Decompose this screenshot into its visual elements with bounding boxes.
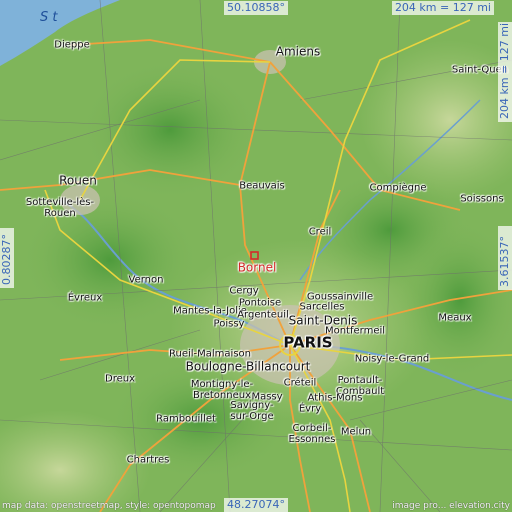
place-melun: Melun	[340, 426, 372, 438]
horizontal-scale: 204 km = 127 mi	[391, 1, 494, 15]
hill-area	[80, 60, 260, 200]
place-chartres: Chartres	[126, 454, 170, 466]
place-cergy: Cergy	[229, 285, 259, 297]
place-soissons: Soissons	[460, 193, 504, 205]
topographic-map[interactable]: S t Dieppe Amiens Saint-Quen Rouen Sotte…	[0, 0, 512, 512]
place-creteil: Créteil	[283, 377, 317, 389]
image-credit: image pro... elevation.city	[392, 501, 510, 511]
bottom-coordinate: 48.27074°	[224, 498, 288, 512]
place-paris: PARIS	[283, 333, 333, 352]
place-creil: Creil	[308, 226, 332, 238]
place-savigny: Savigny-sur-Orge	[230, 400, 274, 422]
left-coordinate: 0.80287°	[0, 228, 14, 288]
map-credit: map data: openstreetmap, style: opentopo…	[2, 501, 216, 511]
place-meaux: Meaux	[438, 312, 472, 324]
sea-label: S t	[40, 10, 58, 25]
place-corbeil: Corbeil-Essonnes	[288, 423, 336, 445]
place-mantes: Mantes-la-Jolie	[173, 305, 247, 317]
place-boulogne: Boulogne-Billancourt	[185, 359, 311, 374]
place-montfermeil: Montfermeil	[324, 325, 386, 337]
map-canvas	[0, 0, 512, 512]
place-amiens: Amiens	[275, 44, 321, 59]
place-evreux: Évreux	[67, 292, 103, 304]
place-dreux: Dreux	[105, 373, 135, 385]
place-rueil: Rueil-Malmaison	[168, 348, 252, 360]
place-compiegne: Compiègne	[369, 182, 427, 194]
place-poissy: Poissy	[213, 318, 245, 330]
right-coordinate: 3.61537°	[498, 226, 512, 290]
vertical-scale: 204 km = 127 mi	[498, 22, 512, 122]
top-coordinate: 50.10858°	[224, 1, 288, 15]
place-beauvais: Beauvais	[239, 180, 285, 192]
place-dieppe: Dieppe	[54, 39, 90, 51]
place-sarcelles: Sarcelles	[299, 301, 345, 313]
place-evry: Évry	[298, 403, 322, 415]
place-rouen: Rouen	[59, 173, 97, 188]
place-athis: Athis-Mons	[307, 392, 363, 404]
place-vernon: Vernon	[128, 274, 164, 286]
place-sotteville: Sotteville-lès-Rouen	[25, 197, 95, 219]
place-rambouillet: Rambouillet	[156, 413, 216, 425]
place-noisy: Noisy-le-Grand	[354, 353, 430, 365]
place-argenteuil: Argenteuil	[237, 309, 289, 321]
place-montigny: Montigny-le-Bretonneux	[190, 379, 254, 401]
place-bornel: Bornel	[237, 260, 277, 275]
